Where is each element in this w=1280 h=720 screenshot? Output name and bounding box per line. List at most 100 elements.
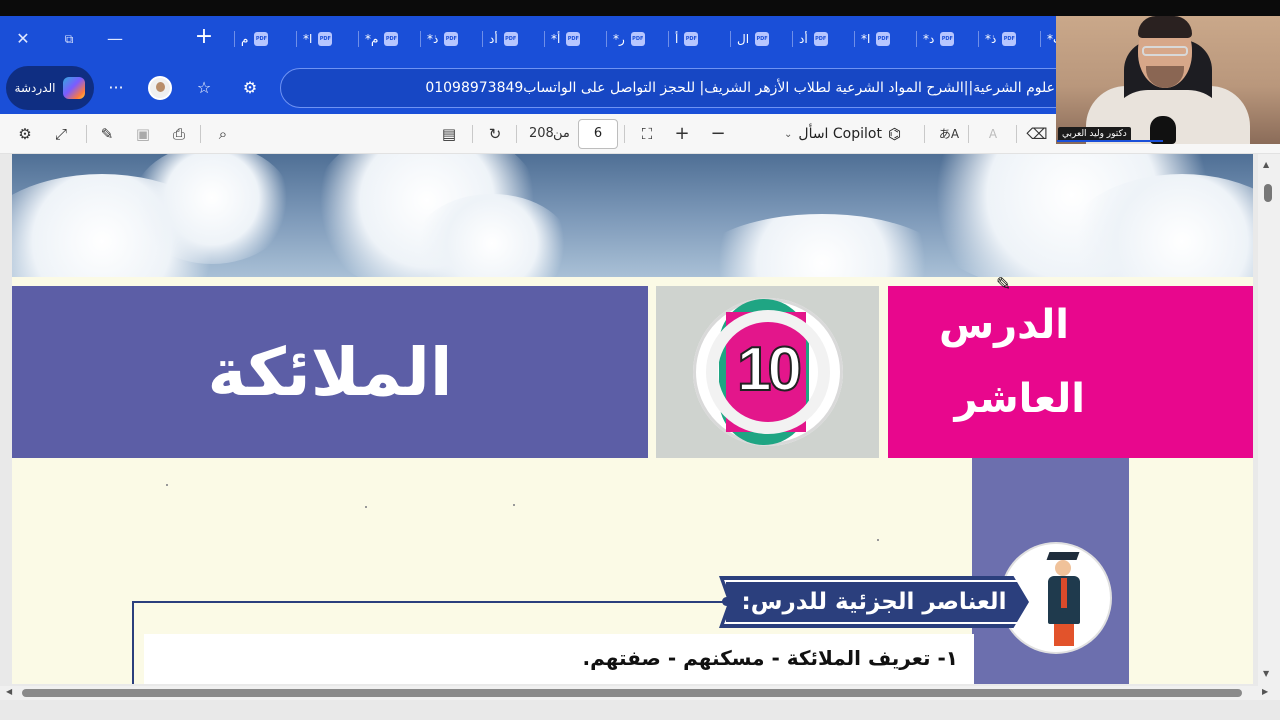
favorites-icon[interactable]: ☆ <box>192 76 216 100</box>
vertical-scroll-thumb[interactable] <box>1264 184 1272 202</box>
pdf-file-icon: PDF <box>755 32 770 46</box>
browser-tab[interactable]: *ا PDF <box>296 28 358 50</box>
zoom-out-icon[interactable]: − <box>707 123 729 145</box>
extensions-icon[interactable]: ⚙ <box>238 76 262 100</box>
pdf-file-icon: PDF <box>684 32 699 46</box>
horizontal-scrollbar[interactable]: ◀ ▶ <box>0 686 1280 700</box>
tab-label: أد <box>799 32 808 46</box>
graduate-legs <box>1054 624 1074 646</box>
copilot-icon: ⌬ <box>887 125 902 143</box>
lesson-title: الملائكة <box>207 333 453 411</box>
tab-label: *م <box>365 32 379 46</box>
tab-label: ال <box>737 32 750 46</box>
browser-tab[interactable]: *د PDF <box>916 28 978 50</box>
lesson-number-block: 10 <box>656 286 879 458</box>
horizontal-scroll-thumb[interactable] <box>22 689 1242 697</box>
browser-tab[interactable]: ال PDF <box>730 28 792 50</box>
tab-separator <box>668 31 669 47</box>
scroll-right-icon[interactable]: ▶ <box>1262 687 1268 696</box>
tab-separator <box>854 31 855 47</box>
chevron-down-icon: ⌄ <box>784 128 793 140</box>
tab-label: *أ <box>551 32 561 46</box>
scroll-up-icon[interactable]: ▲ <box>1263 160 1269 169</box>
page-total: 208 <box>529 126 554 141</box>
pdf-file-icon: PDF <box>318 32 333 46</box>
list-item: ١- تعريف الملائكة - مسكنهم - صفتهم. <box>582 646 958 670</box>
tab-label: أد <box>489 32 498 46</box>
pdf-file-icon: PDF <box>813 32 828 46</box>
tab-label: *ا <box>861 32 871 46</box>
page-view-icon[interactable]: ▤ <box>438 123 460 145</box>
tab-label: أ <box>675 32 679 46</box>
banner-gap <box>12 277 1253 286</box>
graduate-tie <box>1061 578 1067 608</box>
pdf-file-icon: PDF <box>630 32 645 46</box>
browser-tab[interactable]: *م PDF <box>358 28 420 50</box>
search-icon[interactable]: ⌕ <box>212 123 234 145</box>
browser-tab[interactable]: *أ PDF <box>544 28 606 50</box>
close-window-button[interactable]: ✕ <box>12 28 34 50</box>
speck <box>365 506 367 508</box>
pdf-file-icon: PDF <box>444 32 459 46</box>
new-tab-button[interactable]: + <box>192 26 216 50</box>
browser-tab[interactable]: *ا PDF <box>854 28 916 50</box>
tab-separator <box>296 31 297 47</box>
page-number-input[interactable]: 6 <box>578 119 618 149</box>
sky-banner <box>12 154 1253 277</box>
browser-tab[interactable]: *ر PDF <box>606 28 668 50</box>
tab-separator <box>1040 31 1041 47</box>
zoom-in-icon[interactable]: + <box>671 123 693 145</box>
pdf-file-icon: PDF <box>876 32 891 46</box>
cloud <box>692 214 952 277</box>
tab-separator <box>482 31 483 47</box>
read-aloud-icon[interactable]: A <box>982 123 1004 145</box>
browser-tab[interactable]: أ PDF <box>668 28 730 50</box>
scroll-left-icon[interactable]: ◀ <box>6 687 12 696</box>
eraser-icon[interactable]: ⌫ <box>1026 123 1048 145</box>
fullscreen-icon[interactable]: ⤢ <box>50 123 72 145</box>
translate-icon[interactable]: あA <box>936 123 962 145</box>
vertical-scrollbar[interactable]: ▲ ▼ <box>1258 154 1280 687</box>
address-bar[interactable]: علوم الشرعية||الشرح المواد الشرعية لطلاب… <box>280 68 1080 108</box>
profile-avatar[interactable] <box>148 76 172 100</box>
minimize-window-button[interactable]: — <box>104 28 126 50</box>
print-icon[interactable]: ⎙ <box>168 123 190 145</box>
page-of-label: من <box>553 126 570 141</box>
restore-window-button[interactable]: ⧉ <box>58 28 80 50</box>
tab-label: *ذ <box>427 32 439 46</box>
pdf-viewport: الملائكة 10 الدرس العاشر ✎ العناصر الجزئ… <box>0 154 1280 720</box>
fit-to-page-icon[interactable]: ⛶ <box>636 123 658 145</box>
browser-tab[interactable]: أد PDF <box>792 28 854 50</box>
graduate-illustration <box>1046 552 1082 646</box>
toolbar-divider <box>86 125 87 143</box>
graduate-face <box>1055 560 1071 576</box>
cloud <box>132 154 292 264</box>
tab-separator <box>358 31 359 47</box>
copilot-chat-button[interactable]: الدردشة <box>6 66 94 110</box>
settings-icon[interactable]: ⚙ <box>14 123 36 145</box>
tab-separator <box>234 31 235 47</box>
browser-tab[interactable]: أد PDF <box>482 28 544 50</box>
tab-separator <box>544 31 545 47</box>
browser-tab[interactable]: *ذ PDF <box>420 28 482 50</box>
toolbar-divider <box>1016 125 1017 143</box>
scroll-down-icon[interactable]: ▼ <box>1263 669 1269 678</box>
browser-tab[interactable]: *ذ PDF <box>978 28 1040 50</box>
webcam-accent-bar <box>1057 140 1163 142</box>
pdf-file-icon: PDF <box>254 32 269 46</box>
more-options-icon[interactable]: ··· <box>104 76 128 100</box>
tab-label: *د <box>923 32 935 46</box>
rotate-icon[interactable]: ↻ <box>484 123 506 145</box>
toolbar-divider <box>472 125 473 143</box>
tab-label: م <box>241 32 249 46</box>
save-as-icon[interactable]: ✎ <box>96 123 118 145</box>
tab-separator <box>792 31 793 47</box>
toolbar-divider <box>924 125 925 143</box>
pen-cursor-icon: ✎ <box>996 274 1012 295</box>
speck <box>513 504 515 506</box>
save-icon[interactable]: ▣ <box>132 123 154 145</box>
pdf-file-icon: PDF <box>940 32 955 46</box>
browser-tab[interactable]: م PDF <box>234 28 296 50</box>
lesson-title-block: الملائكة <box>12 286 648 458</box>
ask-copilot-button[interactable]: ⌄ اسأل Copilot ⌬ <box>784 122 914 146</box>
